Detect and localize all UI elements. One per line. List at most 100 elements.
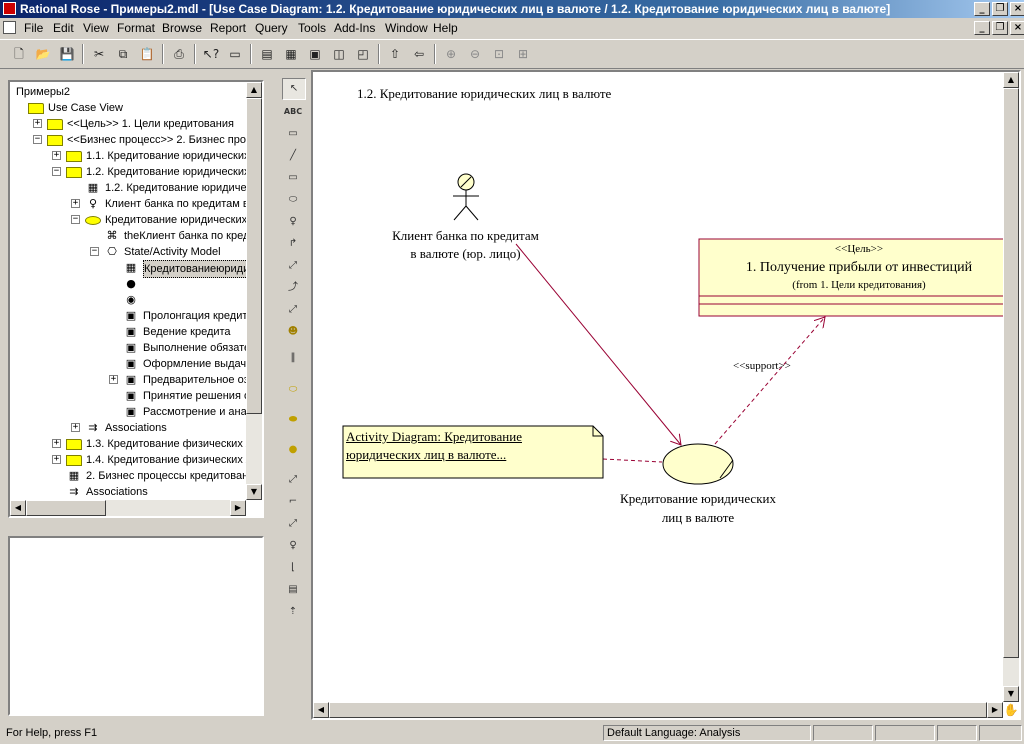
collapse-icon[interactable]: −: [71, 215, 80, 224]
mdi-restore-button[interactable]: ❐: [992, 21, 1008, 35]
restore-button[interactable]: ❐: [992, 2, 1008, 16]
anchor-note-icon[interactable]: ╱: [282, 146, 304, 166]
business-actor-icon[interactable]: ☻: [282, 322, 304, 342]
package-icon[interactable]: ▭: [282, 168, 304, 188]
zoom-in-icon[interactable]: ⊕: [442, 45, 460, 63]
expand-icon[interactable]: +: [52, 439, 61, 448]
text-box-icon[interactable]: ABC: [282, 102, 304, 122]
selection-arrow-icon[interactable]: ↖: [282, 78, 306, 100]
diagram-canvas[interactable]: 1.2. Кредитование юридических лиц в валю…: [311, 70, 1021, 720]
copy-icon[interactable]: ⧉: [114, 45, 132, 63]
realize-tool-icon[interactable]: ⤢: [282, 514, 304, 534]
menu-tools[interactable]: Tools: [298, 21, 326, 35]
browser-horizontal-scrollbar[interactable]: ◀ ▶: [10, 500, 246, 516]
use-case-oval-icon[interactable]: ⬬: [282, 410, 304, 430]
scroll-left-button[interactable]: ◀: [10, 500, 26, 516]
browse-previous-icon[interactable]: ⇦: [410, 45, 428, 63]
realize-icon[interactable]: ⤢: [282, 300, 304, 320]
use-case-ellipse[interactable]: [662, 443, 734, 485]
class-tool-icon[interactable]: ▤: [282, 580, 304, 600]
print-icon[interactable]: ⎙: [170, 45, 188, 63]
expand-icon[interactable]: +: [52, 151, 61, 160]
canvas-scroll-up-button[interactable]: ▲: [1003, 72, 1019, 88]
expand-icon[interactable]: +: [71, 199, 80, 208]
mdi-close-button[interactable]: ×: [1010, 21, 1024, 35]
canvas-scroll-right-button[interactable]: ▶: [987, 702, 1003, 718]
expand-icon[interactable]: +: [52, 455, 61, 464]
new-icon[interactable]: 🗋: [10, 45, 28, 63]
scroll-right-button[interactable]: ▶: [230, 500, 246, 516]
canvas-scroll-down-button[interactable]: ▼: [1003, 686, 1019, 702]
view-documentation-icon[interactable]: ▭: [226, 45, 244, 63]
dependency-tool-icon[interactable]: ⤢: [282, 470, 304, 490]
undo-fit-icon[interactable]: ⊞: [514, 45, 532, 63]
save-icon[interactable]: 💾: [58, 45, 76, 63]
document-icon[interactable]: [3, 21, 16, 34]
unidirectional-association-icon[interactable]: ↱: [282, 234, 304, 254]
use-case-tool-icon[interactable]: ⬭: [282, 190, 304, 210]
scroll-thumb[interactable]: [246, 98, 262, 414]
note-text-line2[interactable]: юридических лиц в валюте...: [346, 447, 506, 463]
business-worker-icon[interactable]: ●: [282, 440, 304, 460]
scroll-up-button[interactable]: ▲: [246, 82, 262, 98]
pan-hand-icon[interactable]: ✋: [1003, 702, 1019, 718]
menu-view[interactable]: View: [83, 21, 109, 35]
expand-icon[interactable]: +: [33, 119, 42, 128]
association-tool-icon[interactable]: ⌐: [282, 492, 304, 512]
fit-window-icon[interactable]: ⊡: [490, 45, 508, 63]
browser-vertical-scrollbar[interactable]: ▲ ▼: [246, 82, 262, 500]
documentation-window[interactable]: [8, 536, 264, 716]
rational-rose-icon[interactable]: [3, 2, 16, 15]
menu-add-ins[interactable]: Add-Ins: [334, 21, 375, 35]
menu-edit[interactable]: Edit: [53, 21, 74, 35]
generalization-icon[interactable]: ⤴: [282, 278, 304, 298]
support-dependency-line[interactable]: [714, 317, 825, 445]
goal-stereotype: <<Цель>>: [834, 243, 884, 255]
actor-figure[interactable]: [453, 173, 479, 221]
menu-report[interactable]: Report: [210, 21, 246, 35]
dependency-small-icon[interactable]: ⇡: [282, 602, 304, 622]
browse-parent-icon[interactable]: ⇧: [386, 45, 404, 63]
note-icon[interactable]: ▭: [282, 124, 304, 144]
collapse-icon[interactable]: −: [90, 247, 99, 256]
expand-icon[interactable]: +: [71, 423, 80, 432]
browse-class-icon[interactable]: ▤: [258, 45, 276, 63]
scroll-down-button[interactable]: ▼: [246, 484, 262, 500]
paste-icon[interactable]: 📋: [138, 45, 156, 63]
menu-file[interactable]: File: [24, 21, 43, 35]
context-help-icon[interactable]: ↖?: [202, 45, 220, 63]
business-use-case-icon[interactable]: ⬭: [282, 380, 304, 400]
menu-window[interactable]: Window: [385, 21, 428, 35]
generalization-tool-icon[interactable]: ⌊: [282, 558, 304, 578]
actor-small-icon[interactable]: ♀: [282, 536, 304, 556]
note-text-line1[interactable]: Activity Diagram: Кредитование: [346, 429, 522, 445]
menu-format[interactable]: Format: [117, 21, 155, 35]
cut-icon[interactable]: ✂: [90, 45, 108, 63]
association-line[interactable]: [515, 243, 681, 445]
canvas-hscroll-thumb[interactable]: [329, 702, 987, 718]
close-button[interactable]: ×: [1010, 2, 1024, 16]
model-browser[interactable]: Примеры2 Use Case View + <<Цель>> 1. Цели к…: [8, 80, 264, 518]
canvas-horizontal-scrollbar[interactable]: ◀ ▶: [313, 702, 1003, 718]
zoom-out-icon[interactable]: ⊖: [466, 45, 484, 63]
menu-query[interactable]: Query: [255, 21, 288, 35]
browse-state-icon[interactable]: ◰: [354, 45, 372, 63]
browse-deployment-icon[interactable]: ◫: [330, 45, 348, 63]
expand-icon[interactable]: +: [109, 375, 118, 384]
browse-component-icon[interactable]: ▣: [306, 45, 324, 63]
dependency-icon[interactable]: ⤢: [282, 256, 304, 276]
open-icon[interactable]: 📂: [34, 45, 52, 63]
actor-tool-icon[interactable]: ♀: [282, 212, 304, 232]
menu-help[interactable]: Help: [433, 21, 458, 35]
canvas-scroll-left-button[interactable]: ◀: [313, 702, 329, 718]
mdi-minimize-button[interactable]: _: [974, 21, 990, 35]
browse-interaction-icon[interactable]: ▦: [282, 45, 300, 63]
canvas-vertical-scrollbar[interactable]: ▲ ▼: [1003, 72, 1019, 702]
canvas-vscroll-thumb[interactable]: [1003, 88, 1019, 658]
minimize-button[interactable]: _: [974, 2, 990, 16]
menu-browse[interactable]: Browse: [162, 21, 202, 35]
note-anchor-line[interactable]: [602, 458, 663, 463]
collapse-icon[interactable]: −: [33, 135, 42, 144]
collapse-icon[interactable]: −: [52, 167, 61, 176]
hscroll-thumb[interactable]: [26, 500, 106, 516]
